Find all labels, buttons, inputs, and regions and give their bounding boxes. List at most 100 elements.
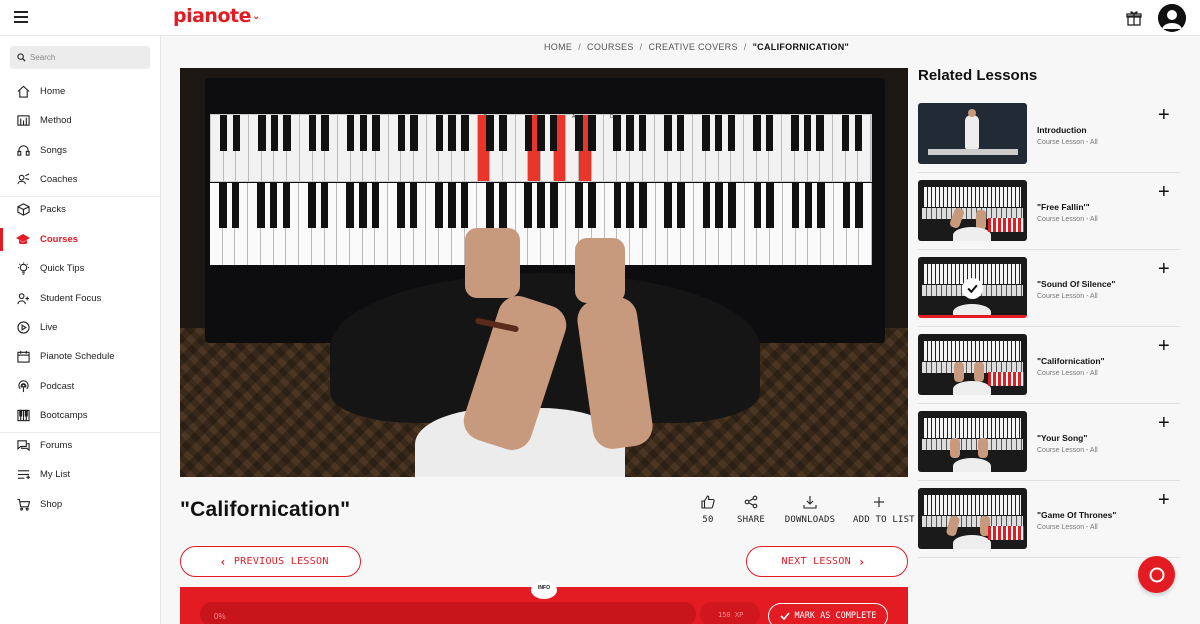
sidebar-item-student-focus[interactable]: Student Focus — [0, 284, 160, 313]
video-left-hand — [465, 228, 520, 298]
black-key — [410, 115, 418, 152]
add-to-list-icon[interactable]: + — [1158, 490, 1170, 510]
xp-badge: 150 XP — [700, 602, 760, 624]
black-key — [626, 115, 634, 152]
sidebar-item-podcast[interactable]: Podcast — [0, 372, 160, 401]
podcast-icon — [16, 380, 30, 394]
share-button[interactable]: SHARE — [734, 494, 768, 525]
sidebar-item-method[interactable]: Method — [0, 106, 160, 135]
black-key — [499, 115, 507, 152]
video-keyboard-overlay: F E A D — [210, 114, 872, 182]
black-key — [372, 115, 380, 152]
sidebar-item-my-list[interactable]: My List — [0, 460, 160, 489]
black-key — [397, 183, 405, 229]
sidebar-item-coaches[interactable]: Coaches — [0, 165, 160, 194]
previous-lesson-button[interactable]: ‹ PREVIOUS LESSON — [180, 546, 361, 577]
black-key — [498, 183, 507, 229]
black-key — [435, 115, 444, 152]
add-to-list-icon[interactable]: + — [1158, 336, 1170, 356]
video-player[interactable]: F E A D — [180, 68, 908, 477]
share-label: SHARE — [736, 515, 766, 525]
headphones-icon — [16, 144, 30, 158]
sidebar-item-label: Method — [40, 115, 72, 126]
thumb-keyboard — [924, 341, 1021, 361]
sidebar-item-packs[interactable]: Packs — [0, 195, 160, 224]
sidebar-item-shop[interactable]: Shop — [0, 490, 160, 519]
black-key — [676, 115, 685, 152]
breadcrumb-courses[interactable]: COURSES — [587, 42, 634, 52]
sidebar-item-label: Packs — [40, 204, 66, 215]
divider — [918, 172, 1180, 173]
sidebar-item-label: Pianote Schedule — [40, 351, 115, 362]
progress-track: 0% — [200, 602, 696, 624]
gift-icon[interactable] — [1126, 10, 1142, 26]
pianote-logo[interactable]: pianote⌄ — [173, 5, 260, 27]
downloads-label: DOWNLOADS — [784, 515, 836, 525]
related-lesson-thumbnail — [918, 488, 1027, 549]
search-input[interactable] — [10, 46, 150, 69]
black-key — [257, 183, 265, 229]
related-lesson-item[interactable]: "Californication" Course Lesson - All + — [918, 334, 1180, 408]
black-key — [461, 115, 469, 152]
sidebar-item-bootcamps[interactable]: Bootcamps — [0, 401, 160, 430]
related-lesson-title: Introduction — [1037, 125, 1087, 135]
video-keyboard — [210, 183, 872, 265]
thumb-presenter — [965, 115, 979, 149]
breadcrumb-creative-covers[interactable]: CREATIVE COVERS — [648, 42, 737, 52]
like-button[interactable]: 50 — [696, 494, 720, 525]
thumb-arm — [978, 438, 988, 458]
breadcrumb-home[interactable]: HOME — [544, 42, 572, 52]
black-key — [269, 183, 278, 229]
related-lesson-title: "Free Fallin'" — [1037, 202, 1090, 212]
sidebar-item-live[interactable]: Live — [0, 313, 160, 342]
download-icon — [803, 496, 817, 509]
sidebar-item-songs[interactable]: Songs — [0, 136, 160, 165]
related-lesson-item[interactable]: "Free Fallin'" Course Lesson - All + — [918, 180, 1180, 254]
thumb-arm — [950, 438, 960, 458]
add-to-list-icon[interactable]: + — [1158, 259, 1170, 279]
related-lesson-item[interactable]: "Sound Of Silence" Course Lesson - All + — [918, 257, 1180, 331]
sidebar-item-courses[interactable]: Courses — [0, 225, 160, 254]
black-key — [371, 183, 380, 229]
related-lesson-item[interactable]: "Your Song" Course Lesson - All + — [918, 411, 1180, 485]
thumb-shirt — [953, 535, 991, 549]
calendar-icon — [16, 350, 30, 364]
black-key — [587, 115, 596, 152]
next-lesson-button[interactable]: NEXT LESSON › — [746, 546, 908, 577]
related-lesson-thumbnail — [918, 334, 1027, 395]
sidebar-item-label: Student Focus — [40, 293, 102, 304]
related-lesson-meta: Course Lesson - All — [1037, 524, 1098, 531]
info-toggle[interactable]: INFO — [531, 581, 557, 599]
black-key — [524, 115, 533, 152]
black-key — [613, 115, 621, 152]
user-avatar-icon[interactable] — [1158, 4, 1186, 32]
downloads-button[interactable]: DOWNLOADS — [784, 494, 836, 525]
help-chat-button[interactable] — [1138, 556, 1175, 593]
mark-as-complete-button[interactable]: MARK AS COMPLETE — [768, 603, 888, 624]
add-to-list-icon[interactable]: + — [1158, 182, 1170, 202]
black-key — [639, 183, 647, 229]
sidebar-item-home[interactable]: Home — [0, 77, 160, 106]
search-icon — [17, 53, 26, 62]
breadcrumb-current: "CALIFORNICATION" — [752, 42, 850, 52]
black-key — [537, 183, 545, 229]
add-to-list-icon[interactable]: + — [1158, 413, 1170, 433]
sidebar-item-quick-tips[interactable]: Quick Tips — [0, 254, 160, 283]
sidebar-item-label: Podcast — [40, 381, 75, 392]
black-key — [575, 115, 583, 152]
black-key — [816, 115, 825, 152]
thumb-keyboard — [924, 187, 1021, 207]
black-key — [727, 115, 736, 152]
related-lesson-item[interactable]: "Game Of Thrones" Course Lesson - All + — [918, 488, 1180, 562]
thumb-arm — [974, 362, 984, 382]
sidebar-item-pianote-schedule[interactable]: Pianote Schedule — [0, 342, 160, 371]
black-key — [626, 183, 634, 229]
sidebar-item-forums[interactable]: Forums — [0, 431, 160, 460]
add-to-list-button[interactable]: ADD TO LIST — [853, 494, 915, 525]
list-icon — [16, 468, 30, 482]
related-lesson-item[interactable]: Introduction Course Lesson - All + — [918, 103, 1180, 177]
thumbs-up-icon — [701, 495, 715, 509]
hamburger-icon[interactable] — [14, 11, 28, 23]
black-key — [817, 183, 825, 229]
add-to-list-icon[interactable]: + — [1158, 105, 1170, 125]
